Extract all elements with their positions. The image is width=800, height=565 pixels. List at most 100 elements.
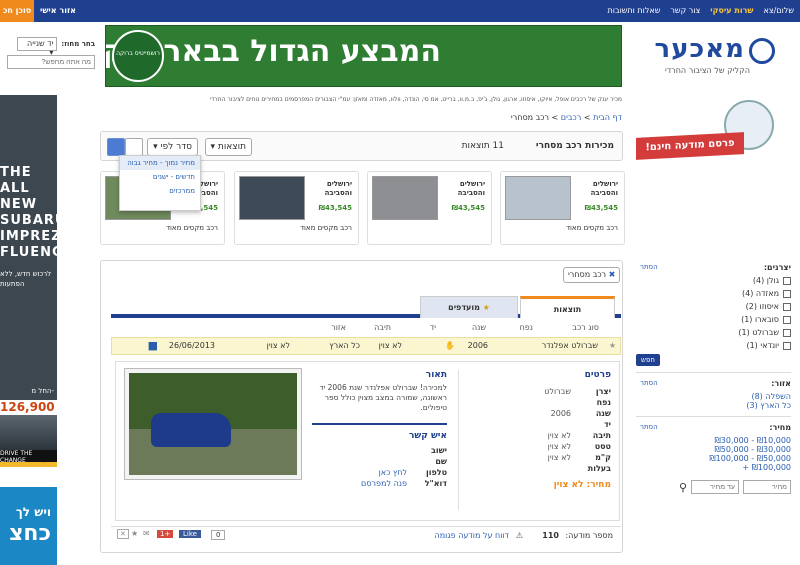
region-link[interactable]: השפלה (8) (751, 392, 791, 401)
district-label: בחר מחוז: (61, 40, 95, 48)
detail-key: נפח (596, 398, 611, 407)
site-tagline: מכיר ענק של רכבים אופל, איוקו, איסוזו, א… (209, 96, 622, 103)
camera-icon[interactable]: ■ (148, 339, 158, 352)
search-icon[interactable]: ⚲ (679, 481, 687, 494)
car-thumbnail (239, 176, 305, 220)
makers-title: יצרנים: (763, 263, 791, 272)
search-button[interactable]: חפש (636, 354, 660, 366)
detail-key: בעלות (587, 464, 611, 473)
report-ad-link[interactable]: דווח על מודעה פגומה (435, 531, 509, 540)
results-tabs: תוצאות ★ מועדפים (111, 292, 621, 318)
free-ad-promo[interactable]: פרסם מודעה חינם! (636, 100, 781, 165)
list-view-icon[interactable] (107, 138, 125, 156)
tab-favorites[interactable]: ★ מועדפים (420, 296, 518, 318)
price-to-input[interactable] (691, 480, 739, 494)
favorite-star-icon[interactable]: ★ (609, 341, 616, 350)
facebook-like-button[interactable]: Like (179, 530, 201, 538)
maker-checkbox[interactable]: מאזדה (4) (636, 289, 791, 298)
email-icon[interactable]: ✉ (143, 529, 150, 538)
card-location: ירושלים והסביבה (590, 180, 618, 197)
listing-detail: ✖ רכב מסחרי תוצאות ★ מועדפים סוג רכב נפח… (100, 260, 623, 553)
listing-card[interactable]: ירושלים והסביבה ₪43,545 רכב מקסים מאוד (234, 171, 359, 245)
email-advertiser-link[interactable]: פנה למפרסם (361, 478, 407, 489)
table-row[interactable]: ★ שברולט אפלנדר 2006 ✋ לא צוין כל הארץ ל… (111, 337, 621, 355)
description-section: תאור למכירה! שברולט אפלנדר שנת 2006 יד ר… (312, 370, 447, 489)
ad-price-prefix: החל מ- (31, 387, 54, 395)
price-range-link[interactable]: ₪30,000 - ₪50,000 (714, 445, 791, 454)
listing-card[interactable]: ירושלים והסביבה ₪43,545 (367, 171, 492, 245)
left-car-ad[interactable]: THE ALL NEW SUBARU IMPREZA... FLUENCE לר… (0, 95, 57, 467)
phone-reveal-link[interactable]: לחץ כאן (379, 467, 407, 478)
col-hand: יד (429, 323, 436, 332)
listing-card[interactable]: ירושלים והסביבה ₪43,545 רכב מקסים מאוד (500, 171, 625, 245)
close-icon[interactable]: ✕ (117, 529, 129, 539)
maker-checkbox[interactable]: סובארו (1) (636, 315, 791, 324)
card-price: ₪43,545 (318, 204, 352, 212)
star-icon: ★ (482, 303, 490, 312)
top-links: שלום/צא שרות עיסקי צור קשר שאלות ותשובות (608, 6, 794, 15)
divider (312, 423, 447, 425)
maker-checkbox[interactable]: גולן (4) (636, 276, 791, 285)
faq-link[interactable]: שאלות ותשובות (608, 6, 661, 15)
table-header: סוג רכב נפח שנה יד תיבה אזור (111, 321, 621, 335)
contact-link[interactable]: צור קשר (670, 6, 700, 15)
col-type: סוג רכב (572, 323, 599, 332)
clear-region-link[interactable]: הסתר (640, 379, 658, 387)
promo-text: פרסם מודעה חינם! (636, 132, 744, 160)
contact-title: איש קשר (408, 431, 447, 441)
breadcrumb-home[interactable]: דף הבית (593, 113, 622, 122)
personal-area-link[interactable]: אזור אישי (40, 6, 76, 15)
ad-number-label: מספר מודעה: (565, 531, 613, 540)
detail-key: יצרן (595, 387, 611, 396)
car-photo[interactable] (124, 368, 302, 480)
top-banner-ad[interactable]: המבצע הגדול בבאר יעקב! רושמייטיס ברוקה (105, 25, 622, 87)
price-from-input[interactable] (743, 480, 791, 494)
detail-value: לא צוין (547, 431, 571, 440)
card-price: ₪43,545 (584, 204, 618, 212)
region-link[interactable]: כל הארץ (3) (746, 401, 791, 410)
sort-dropdown[interactable]: סדר לפי ▾ (147, 138, 198, 156)
car-thumbnail (505, 176, 571, 220)
ad-subtext: לרכוש חדש, ללא הפתעות (0, 270, 52, 288)
site-logo[interactable]: מאכער הקליק של הציבור החרדי (640, 30, 785, 80)
sort-option[interactable]: חדשים - ישנים (120, 170, 200, 184)
maker-checkbox[interactable]: שברולט (1) (636, 328, 791, 337)
clear-makers-link[interactable]: הסתר (640, 263, 658, 271)
star-icon[interactable]: ★ (131, 529, 138, 538)
sort-option[interactable]: מחיר נמוך - מחיר גבוה (120, 156, 200, 170)
detail-key: תיבה (592, 431, 611, 440)
listing-footer: מספר מודעה: 110 ⚠ דווח על מודעה פגומה 0 … (111, 526, 621, 544)
like-count: 0 (211, 530, 226, 540)
price-range-link[interactable]: ₪10,000 - ₪30,000 (714, 436, 791, 445)
top-navigation-bar: סוכן חכ אזור אישי שלום/צא שרות עיסקי צור… (0, 0, 800, 22)
district-select[interactable]: יד שנייה ▾ (17, 37, 58, 57)
card-desc: רכב מקסים מאוד (566, 224, 618, 232)
search-input[interactable] (7, 55, 95, 69)
price-range-link[interactable]: ₪100,000 + (742, 463, 791, 472)
ad-slogan: DRIVE THE CHANGE (0, 450, 57, 464)
divider (636, 372, 791, 373)
category-button[interactable]: ✖ רכב מסחרי (563, 267, 621, 283)
filters-sidebar: יצרנים: הסתר גולן (4) מאזדה (4) איסוזו (… (636, 263, 791, 494)
contact-key: דוא"ל (424, 479, 447, 488)
agent-button[interactable]: סוכן חכ (0, 0, 34, 22)
grid-view-icon[interactable] (125, 138, 143, 156)
detail-value: לא צוין (547, 453, 571, 462)
tab-results[interactable]: תוצאות (520, 296, 615, 318)
maker-checkbox[interactable]: איסוזו (2) (636, 302, 791, 311)
warning-icon: ⚠ (515, 531, 523, 540)
google-plus-button[interactable]: +1 (157, 530, 174, 538)
left-blue-ad[interactable]: ויש לך כחצ (0, 487, 57, 565)
logout-link[interactable]: שלום/צא (764, 6, 795, 15)
maker-checkbox[interactable]: יונדאי (1) (636, 341, 791, 350)
hand-icon: ✋ (445, 341, 455, 350)
breadcrumb-cars[interactable]: רכבים (561, 113, 581, 122)
sort-option[interactable]: ממרכזים (120, 184, 200, 198)
price-range-link[interactable]: ₪50,000 - ₪100,000 (709, 454, 791, 463)
card-location: ירושלים והסביבה (457, 180, 485, 197)
business-service-link[interactable]: שרות עיסקי (710, 6, 753, 15)
contact-key: שם (435, 457, 447, 466)
results-dropdown[interactable]: תוצאות ▾ (204, 138, 252, 156)
clear-price-link[interactable]: הסתר (640, 423, 658, 431)
col-year: שנה (471, 323, 486, 332)
